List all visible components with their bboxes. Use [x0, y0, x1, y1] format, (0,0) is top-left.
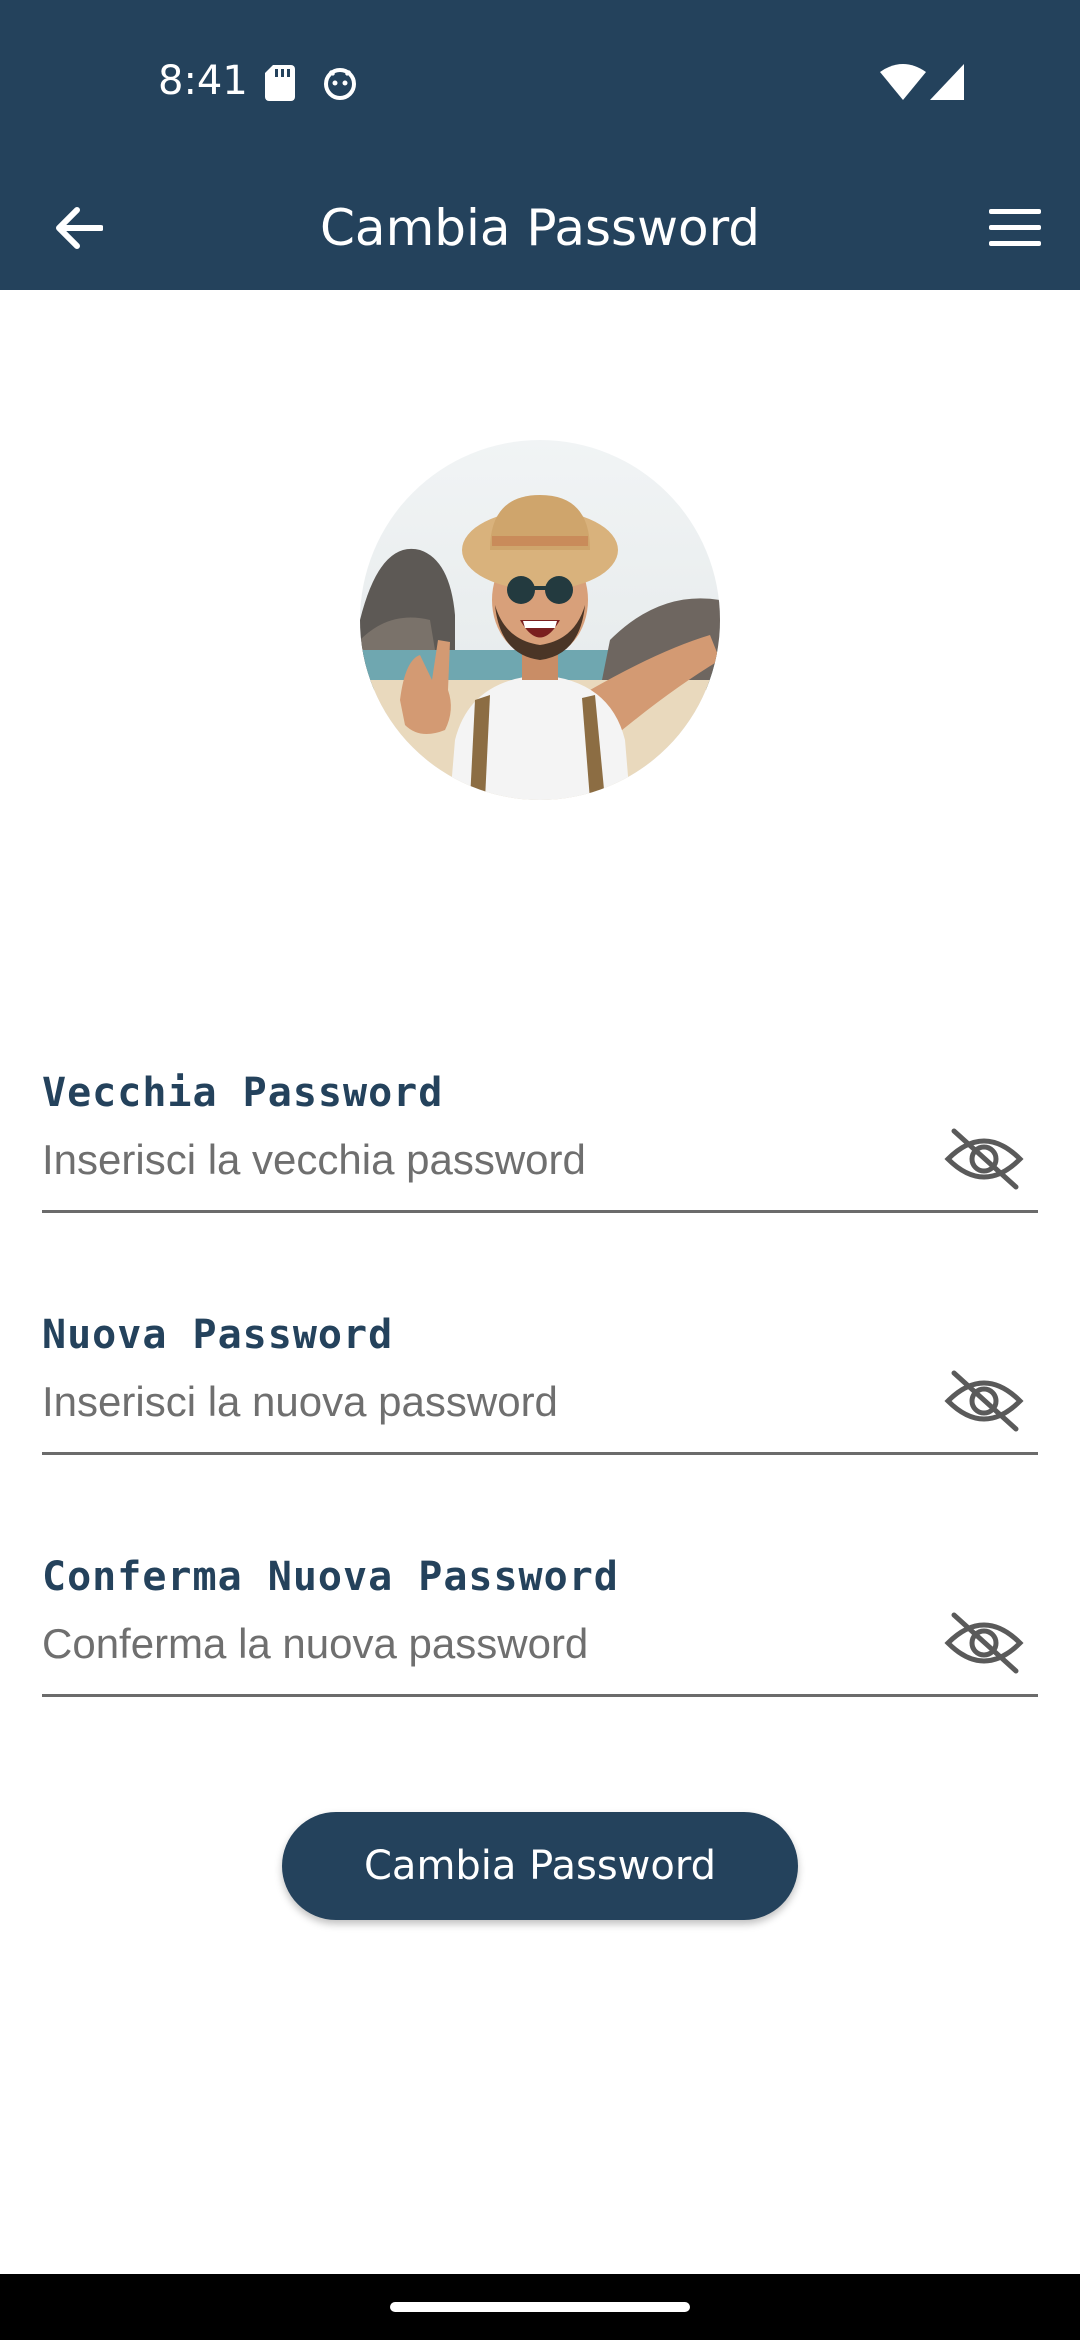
old-password-field: Vecchia Password — [42, 1070, 1038, 1213]
new-password-field: Nuova Password — [42, 1312, 1038, 1455]
wifi-icon — [880, 64, 926, 100]
old-password-input[interactable] — [42, 1132, 922, 1188]
confirm-password-input[interactable] — [42, 1616, 922, 1672]
system-navigation-bar — [0, 2274, 1080, 2340]
eye-off-icon — [944, 1370, 1024, 1432]
new-password-visibility-toggle[interactable] — [944, 1366, 1024, 1436]
home-gesture-handle[interactable] — [390, 2302, 690, 2312]
change-password-button[interactable]: Cambia Password — [282, 1812, 798, 1920]
signal-icon — [930, 64, 964, 100]
menu-button[interactable] — [975, 190, 1055, 265]
old-password-label: Vecchia Password — [42, 1070, 444, 1116]
eye-off-icon — [944, 1612, 1024, 1674]
eye-off-icon — [944, 1128, 1024, 1190]
new-password-label: Nuova Password — [42, 1312, 394, 1358]
arrow-left-icon — [55, 206, 103, 249]
profile-photo — [360, 440, 720, 800]
page-title: Cambia Password — [320, 198, 760, 257]
hamburger-menu-icon — [989, 208, 1041, 246]
status-bar: 8:41 — [0, 0, 1080, 165]
status-time: 8:41 — [158, 58, 248, 104]
change-password-screen: 8:41 Cambia Password Vecchia Password Nu… — [0, 0, 1080, 2340]
confirm-password-label: Conferma Nuova Password — [42, 1554, 619, 1600]
face-icon — [324, 68, 356, 100]
sd-card-icon — [265, 65, 295, 101]
new-password-input[interactable] — [42, 1374, 922, 1430]
old-password-visibility-toggle[interactable] — [944, 1124, 1024, 1194]
confirm-password-field: Conferma Nuova Password — [42, 1554, 1038, 1697]
app-bar: Cambia Password — [0, 165, 1080, 290]
confirm-password-visibility-toggle[interactable] — [944, 1608, 1024, 1678]
back-button[interactable] — [40, 190, 115, 265]
avatar — [360, 440, 720, 800]
